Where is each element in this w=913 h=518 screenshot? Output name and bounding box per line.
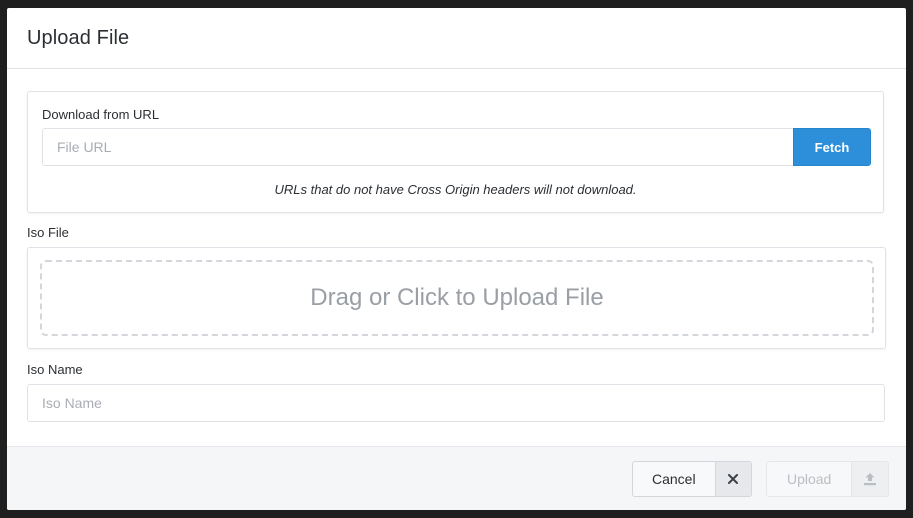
- file-url-input[interactable]: [42, 128, 794, 166]
- cancel-button-label: Cancel: [652, 471, 696, 487]
- cross-origin-help-text: URLs that do not have Cross Origin heade…: [274, 182, 637, 197]
- iso-file-panel: Drag or Click to Upload File: [27, 247, 886, 349]
- upload-button-label: Upload: [786, 471, 832, 487]
- iso-name-input[interactable]: [27, 384, 885, 422]
- upload-file-dialog: Upload File Download from URL Fetch URLs…: [7, 8, 906, 510]
- download-url-panel: Download from URL Fetch URLs that do not…: [27, 91, 884, 213]
- file-dropzone[interactable]: Drag or Click to Upload File: [40, 260, 874, 336]
- dialog-body: Download from URL Fetch URLs that do not…: [7, 69, 906, 445]
- iso-name-label: Iso Name: [27, 362, 83, 377]
- close-icon: [714, 462, 751, 496]
- upload-button[interactable]: Upload: [766, 461, 889, 497]
- dialog-title: Upload File: [27, 26, 130, 49]
- cancel-button[interactable]: Cancel: [632, 461, 752, 497]
- dropzone-text: Drag or Click to Upload File: [310, 284, 604, 311]
- dialog-header: Upload File: [7, 8, 906, 69]
- upload-icon: [851, 462, 888, 496]
- download-url-label: Download from URL: [42, 107, 160, 122]
- fetch-button[interactable]: Fetch: [793, 128, 871, 166]
- dialog-footer: Cancel Upload: [7, 446, 906, 510]
- iso-file-label: Iso File: [27, 225, 69, 240]
